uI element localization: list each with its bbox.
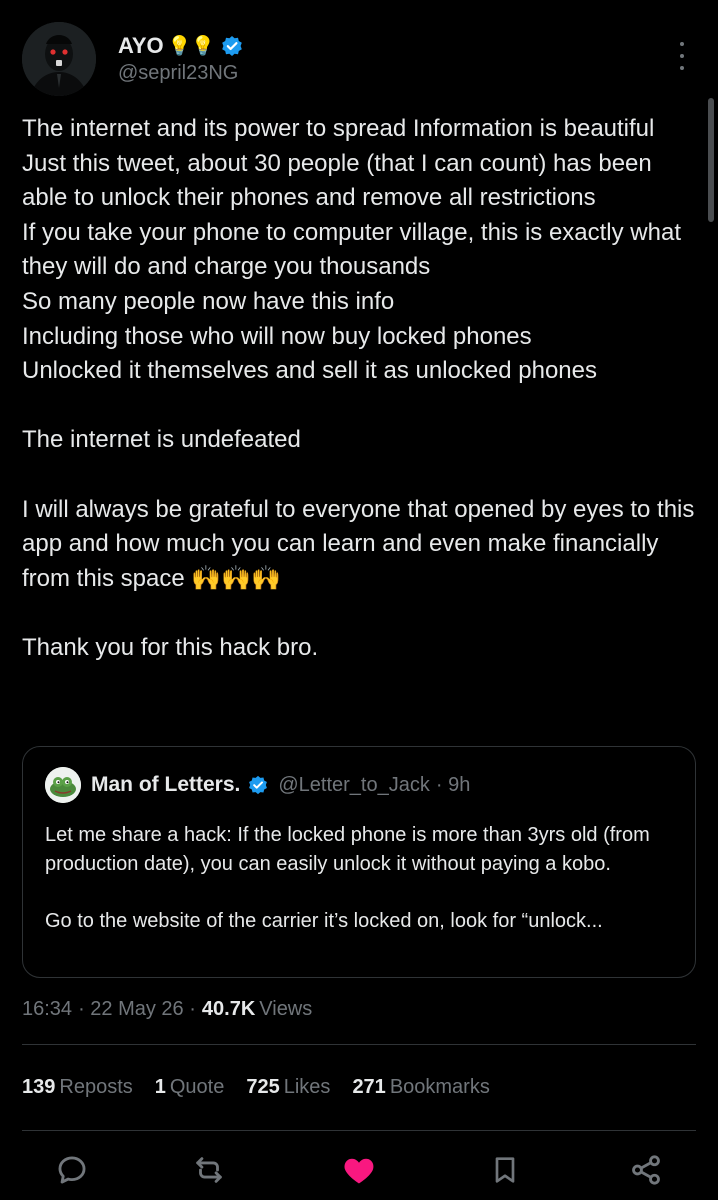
quoted-tweet-header: Man of Letters. @Letter_to_Jack · 9h xyxy=(45,767,673,803)
divider xyxy=(22,1130,696,1131)
quotes-count: 1 xyxy=(154,1075,166,1098)
quotes-stat[interactable]: 1 Quote xyxy=(155,1076,225,1099)
reply-icon[interactable] xyxy=(52,1150,92,1190)
tweet-text: The internet and its power to spread Inf… xyxy=(22,112,698,666)
bookmarks-label: Bookmarks xyxy=(389,1075,490,1098)
tweet-time[interactable]: 16:34 xyxy=(22,998,72,1021)
scrollbar-thumb[interactable] xyxy=(708,98,714,222)
tweet-stats: 139 Reposts 1 Quote 725 Likes 271 Bookmarks xyxy=(22,1072,512,1102)
bookmarks-count: 271 xyxy=(352,1075,386,1098)
author-info: AYO 💡💡 @sepril23NG xyxy=(118,32,243,85)
views-count: 40.7K xyxy=(201,997,256,1020)
bookmark-icon[interactable] xyxy=(485,1150,525,1190)
quoted-tweet-time: · 9h xyxy=(435,773,471,796)
quoted-tweet-text: Let me share a hack: If the locked phone… xyxy=(45,824,650,932)
tweet-paragraph: I will always be grateful to everyone th… xyxy=(22,495,695,592)
more-options-icon[interactable] xyxy=(676,42,688,70)
tweet-date[interactable]: · 22 May 26 · xyxy=(78,998,196,1021)
tweet-paragraph: The internet and its power to spread Inf… xyxy=(22,115,682,385)
bookmarks-stat[interactable]: 271 Bookmarks xyxy=(352,1076,489,1099)
likes-stat[interactable]: 725 Likes xyxy=(246,1076,330,1099)
reposts-stat[interactable]: 139 Reposts xyxy=(22,1076,133,1099)
quoted-author-handle: @Letter_to_Jack xyxy=(278,773,430,796)
quoted-author-name: Man of Letters. xyxy=(91,773,241,796)
verified-badge-icon xyxy=(249,775,268,795)
share-icon[interactable] xyxy=(626,1150,666,1190)
quoted-tweet[interactable]: Man of Letters. @Letter_to_Jack · 9h Let… xyxy=(22,746,696,978)
likes-label: Likes xyxy=(283,1075,331,1098)
quotes-label: Quote xyxy=(169,1075,225,1098)
verified-badge-icon xyxy=(222,36,242,56)
avatar[interactable] xyxy=(22,22,96,96)
reposts-label: Reposts xyxy=(59,1075,133,1098)
tweet-paragraph: The internet is undefeated xyxy=(22,426,301,454)
likes-count: 725 xyxy=(246,1075,280,1098)
author-name-emoji: 💡💡 xyxy=(167,35,215,57)
tweet-paragraph: Thank you for this hack bro. xyxy=(22,633,319,661)
author-display-name[interactable]: AYO xyxy=(118,33,164,59)
divider xyxy=(22,1044,696,1045)
quoted-author-avatar xyxy=(45,767,81,803)
repost-icon[interactable] xyxy=(189,1150,229,1190)
author-handle[interactable]: @sepril23NG xyxy=(118,62,243,85)
tweet-meta: 16:34 · 22 May 26 · 40.7K Views xyxy=(22,994,312,1024)
like-icon[interactable] xyxy=(339,1150,379,1190)
reposts-count: 139 xyxy=(22,1075,56,1098)
views-label: Views xyxy=(259,997,313,1020)
tweet-actions xyxy=(0,1150,718,1190)
tweet-header: AYO 💡💡 @sepril23NG xyxy=(22,22,696,102)
